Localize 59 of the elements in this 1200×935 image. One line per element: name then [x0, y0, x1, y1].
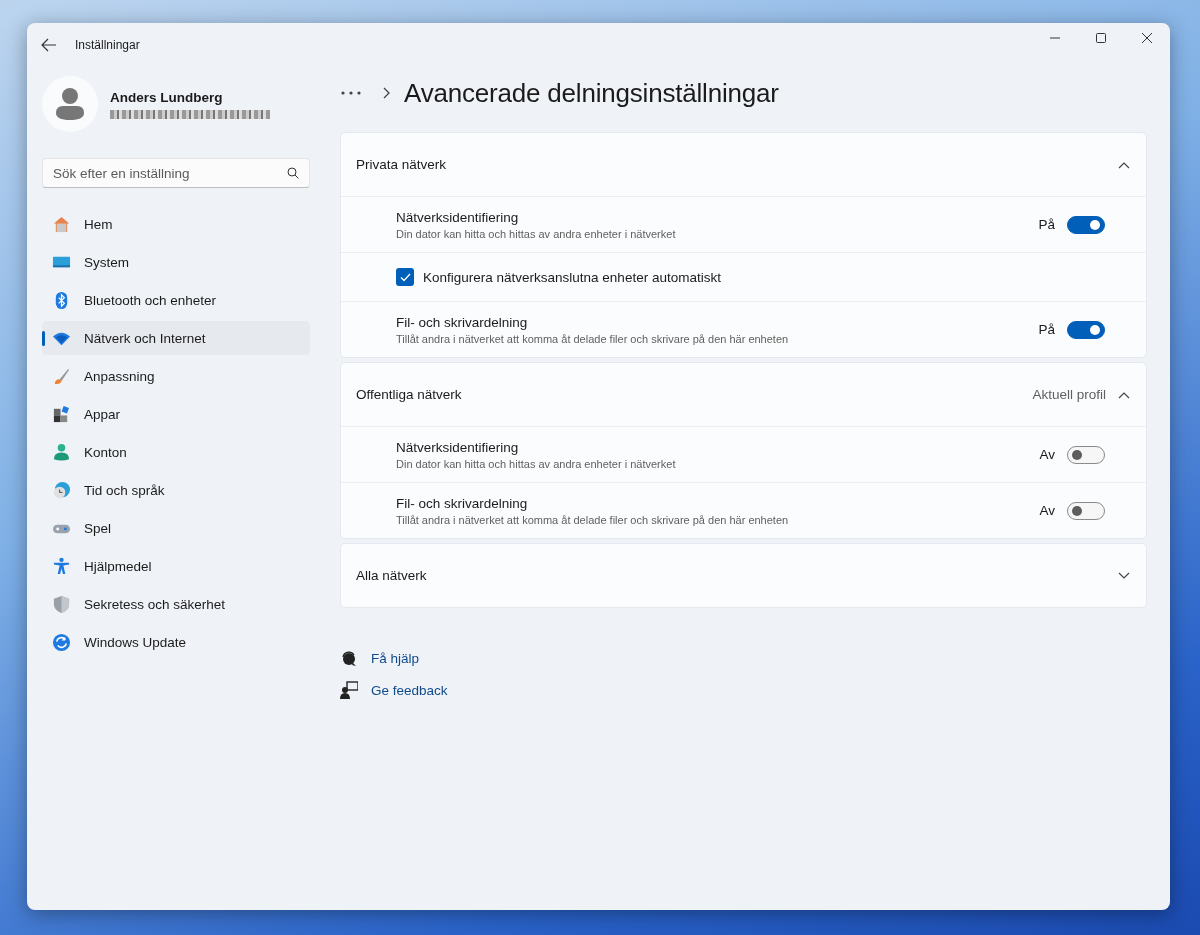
sidebar-item[interactable]: Spel: [42, 511, 310, 545]
sidebar-item[interactable]: Appar: [42, 397, 310, 431]
toggle-switch[interactable]: [1067, 445, 1105, 464]
setting-title: Fil- och skrivardelning: [396, 314, 529, 330]
category-icon: [52, 404, 71, 424]
back-arrow-icon[interactable]: [41, 38, 57, 52]
checkbox[interactable]: [396, 268, 414, 286]
profile-label: Aktuell profil: [1032, 387, 1106, 402]
sidebar-item[interactable]: Nätverk och Internet: [42, 321, 310, 355]
toggle-switch[interactable]: [1067, 320, 1105, 339]
section-title: Alla nätverk: [356, 568, 428, 583]
category-icon: [52, 632, 71, 652]
setting-title: Fil- och skrivardelning: [396, 495, 529, 511]
toggle-switch[interactable]: [1067, 215, 1105, 234]
setting-description: Din dator kan hitta och hittas av andra enheter i nätverket: [396, 227, 677, 240]
toggle-state-label: På: [1038, 217, 1055, 232]
setting-description: Tillåt andra i nätverket att komma åt delade filer och skrivare på den här enheten: [396, 332, 790, 345]
chevron-up-icon[interactable]: [1118, 390, 1130, 399]
category-icon: [52, 556, 71, 576]
setting-title: Nätverksidentifiering: [396, 439, 520, 455]
sidebar-item[interactable]: Hem: [42, 207, 310, 241]
link[interactable]: Ge feedback: [371, 682, 448, 698]
section-title: Offentliga nätverk: [356, 387, 463, 402]
link[interactable]: Få hjälp: [371, 650, 420, 666]
setting-description: Tillåt andra i nätverket att komma åt delade filer och skrivare på den här enheten: [396, 513, 790, 526]
toggle-state-label: Av: [1039, 503, 1055, 518]
checkbox-label: Konfigurera nätverksanslutna enheter automatiskt: [423, 269, 721, 285]
toggle-state-label: Av: [1039, 447, 1055, 462]
toggle-state-label: På: [1038, 322, 1055, 337]
window-title: Inställningar: [75, 38, 141, 52]
checkmark-icon[interactable]: [399, 272, 411, 282]
section-title: Privata nätverk: [356, 157, 448, 172]
chevron-down-icon[interactable]: [1118, 571, 1130, 580]
sidebar-item[interactable]: Konton: [42, 435, 310, 469]
sidebar-item[interactable]: System: [42, 245, 310, 279]
chevron-up-icon[interactable]: [1118, 160, 1130, 169]
person-silhouette-icon: [55, 87, 85, 121]
chevron-right-icon: [382, 87, 390, 99]
sidebar-item[interactable]: Bluetooth och enheter: [42, 283, 310, 317]
feedback-icon[interactable]: [340, 681, 358, 699]
toggle-switch[interactable]: [1067, 501, 1105, 520]
category-icon: [52, 442, 71, 462]
setting-description: Din dator kan hitta och hittas av andra enheter i nätverket: [396, 457, 677, 470]
account-name: Anders Lundberg: [110, 89, 224, 105]
page-title: Avancerade delningsinställningar: [404, 77, 779, 109]
category-icon: [52, 594, 71, 614]
sidebar-item[interactable]: Sekretess och säkerhet: [42, 587, 310, 621]
sidebar-item[interactable]: Windows Update: [42, 625, 310, 659]
sidebar-item[interactable]: Tid och språk: [42, 473, 310, 507]
setting-title: Nätverksidentifiering: [396, 209, 520, 225]
sidebar-item[interactable]: Hjälpmedel: [42, 549, 310, 583]
sidebar-item[interactable]: Anpassning: [42, 359, 310, 393]
search-field[interactable]: Sök efter en inställning: [42, 158, 310, 188]
search-icon[interactable]: [287, 167, 299, 179]
category-icon: [52, 214, 71, 234]
help-icon[interactable]: [340, 649, 358, 667]
category-icon: [52, 366, 71, 386]
category-icon: [52, 480, 71, 500]
more-icon[interactable]: [340, 90, 362, 96]
